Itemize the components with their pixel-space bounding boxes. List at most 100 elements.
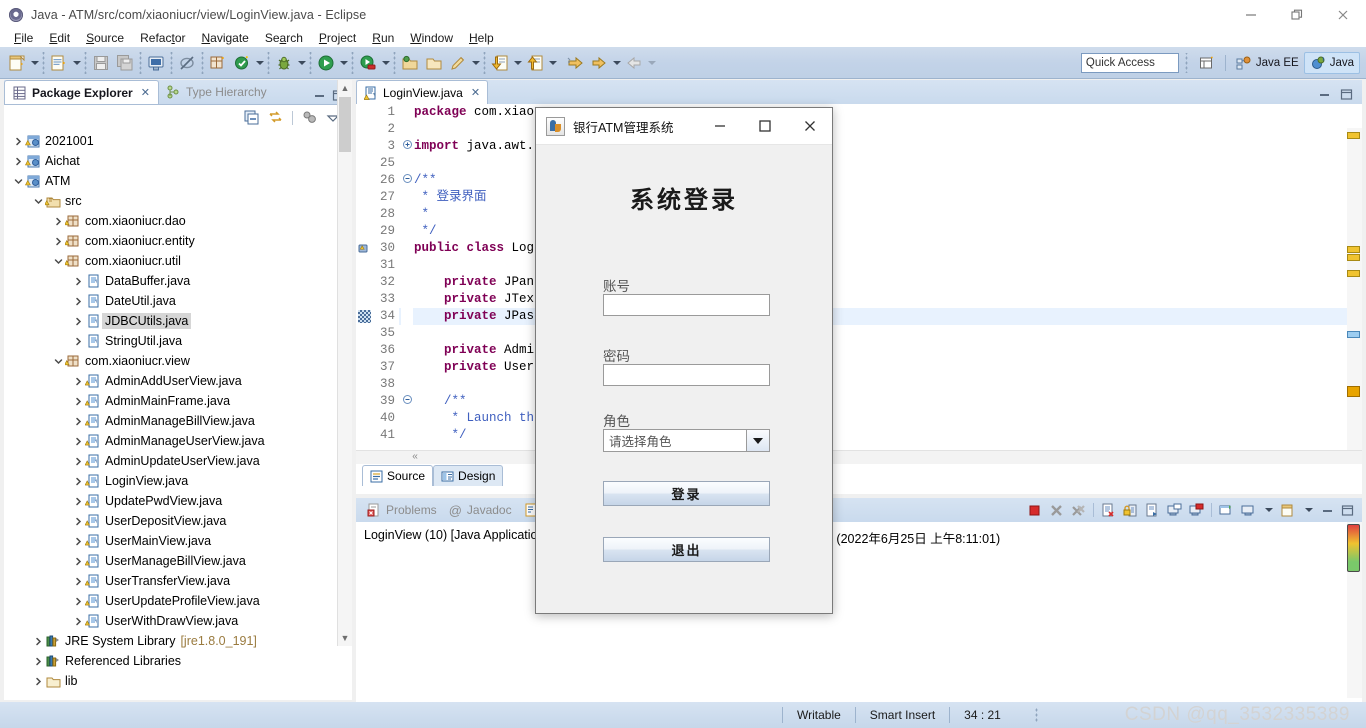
tree-item-2021001[interactable]: 2021001: [4, 131, 352, 151]
tree-expand-toggle[interactable]: [52, 211, 64, 231]
tree-item-referenced-libraries[interactable]: Referenced Libraries: [4, 651, 352, 671]
tree-expand-toggle[interactable]: [12, 131, 24, 151]
close-icon[interactable]: ✕: [141, 86, 150, 99]
open-type-icon[interactable]: [399, 52, 421, 74]
tree-item-usermanagebillview-java[interactable]: UserManageBillView.java: [4, 551, 352, 571]
tree-expand-toggle[interactable]: [32, 651, 44, 671]
tree-expand-toggle[interactable]: [72, 451, 84, 471]
scroll-up-icon[interactable]: ▲: [338, 80, 352, 96]
pencil-dropdown-icon[interactable]: [470, 52, 481, 74]
editor-overview-ruler[interactable]: [1347, 128, 1362, 464]
tree-item-databuffer-java[interactable]: DataBuffer.java: [4, 271, 352, 291]
tree-item-adminadduserview-java[interactable]: AdminAddUserView.java: [4, 371, 352, 391]
tree-item-userdepositview-java[interactable]: UserDepositView.java: [4, 511, 352, 531]
forward-dropdown-icon[interactable]: [646, 52, 657, 74]
menu-window[interactable]: Window: [402, 30, 461, 47]
minimize-view-icon[interactable]: [1321, 504, 1334, 517]
previous-annotation-icon[interactable]: [524, 52, 546, 74]
tree-expand-toggle[interactable]: [72, 551, 84, 571]
code-area[interactable]: 1 2 3 25 26 27 28 29 30 31 32 33 34 35 36 37 38 39 40 41 pa…: [356, 104, 1362, 464]
tree-item-com-xiaoniucr-entity[interactable]: com.xiaoniucr.entity: [4, 231, 352, 251]
pencil-icon[interactable]: [447, 52, 469, 74]
tree-expand-toggle[interactable]: [72, 491, 84, 511]
next-annotation-icon[interactable]: [489, 52, 511, 74]
editor-horizontal-scrollbar[interactable]: «: [356, 450, 1362, 464]
minimize-window-button[interactable]: [1228, 0, 1274, 30]
perspective-java-button[interactable]: Java: [1303, 51, 1360, 74]
run-coverage-dropdown-icon[interactable]: [380, 52, 391, 74]
tree-expand-toggle[interactable]: [32, 631, 44, 651]
dialog-maximize-button[interactable]: [742, 108, 787, 144]
tree-item-adminmanagebillview-java[interactable]: AdminManageBillView.java: [4, 411, 352, 431]
quick-access-input[interactable]: Quick Access: [1080, 52, 1179, 73]
tree-item-com-xiaoniucr-util[interactable]: com.xiaoniucr.util: [4, 251, 352, 271]
menu-navigate[interactable]: Navigate: [193, 30, 256, 47]
new-wizard-dropdown-icon[interactable]: [29, 52, 40, 74]
back-dropdown-icon[interactable]: [611, 52, 622, 74]
open-folder-icon[interactable]: [423, 52, 445, 74]
close-window-button[interactable]: [1320, 0, 1366, 30]
tree-item-loginview-java[interactable]: LoginView.java: [4, 471, 352, 491]
tree-expand-toggle[interactable]: [12, 151, 24, 171]
fold-expand-icon[interactable]: [401, 138, 413, 155]
new-console-view-icon[interactable]: [1241, 503, 1256, 518]
close-icon[interactable]: ✕: [471, 86, 480, 99]
collapse-all-icon[interactable]: [244, 110, 259, 125]
display-selected-console-icon[interactable]: [1167, 503, 1182, 518]
menu-edit[interactable]: Edit: [41, 30, 78, 47]
tree-expand-toggle[interactable]: [72, 571, 84, 591]
tree-expand-toggle[interactable]: [72, 411, 84, 431]
debug-icon[interactable]: [273, 52, 295, 74]
build-icon[interactable]: [231, 52, 253, 74]
tree-collapse-toggle[interactable]: [52, 251, 64, 271]
tree-expand-toggle[interactable]: [72, 531, 84, 551]
tree-item-adminmanageuserview-java[interactable]: AdminManageUserView.java: [4, 431, 352, 451]
scroll-lock-icon[interactable]: [1123, 503, 1138, 518]
tree-expand-toggle[interactable]: [72, 611, 84, 631]
tree-expand-toggle[interactable]: [72, 591, 84, 611]
tree-expand-toggle[interactable]: [72, 371, 84, 391]
open-new-console-dropdown-icon[interactable]: [1303, 499, 1314, 521]
fold-collapse-icon[interactable]: [401, 172, 413, 189]
open-console-icon[interactable]: [1219, 503, 1234, 518]
clear-console-icon[interactable]: [1101, 503, 1116, 518]
toggle-breakpoint-icon[interactable]: [176, 52, 198, 74]
tree-item-userupdateprofileview-java[interactable]: UserUpdateProfileView.java: [4, 591, 352, 611]
next-annotation-dropdown-icon[interactable]: [512, 52, 523, 74]
editor-marker-gutter[interactable]: [356, 104, 373, 464]
tab-javadoc[interactable]: @ Javadoc: [443, 498, 518, 522]
run-dropdown-icon[interactable]: [338, 52, 349, 74]
role-select[interactable]: 请选择角色: [603, 429, 770, 452]
tree-item-com-xiaoniucr-view[interactable]: com.xiaoniucr.view: [4, 351, 352, 371]
new-java-class-icon[interactable]: [48, 52, 70, 74]
login-button[interactable]: 登录: [603, 481, 770, 506]
tree-expand-toggle[interactable]: [72, 431, 84, 451]
run-icon[interactable]: [315, 52, 337, 74]
menu-run[interactable]: Run: [364, 30, 402, 47]
tree-expand-toggle[interactable]: [72, 291, 84, 311]
menu-help[interactable]: Help: [461, 30, 502, 47]
tree-item-atm[interactable]: ATM: [4, 171, 352, 191]
tree-item-stringutil-java[interactable]: StringUtil.java: [4, 331, 352, 351]
print-icon[interactable]: [145, 52, 167, 74]
chevron-down-icon[interactable]: [746, 430, 769, 451]
new-package-icon[interactable]: [207, 52, 229, 74]
terminate-icon[interactable]: [1027, 503, 1042, 518]
tree-item-userwithdrawview-java[interactable]: UserWithDrawView.java: [4, 611, 352, 631]
tree-expand-toggle[interactable]: [52, 231, 64, 251]
remove-launch-icon[interactable]: [1049, 503, 1064, 518]
tree-item-jre-system-library[interactable]: JRE System Library [jre1.8.0_191]: [4, 631, 352, 651]
menu-file[interactable]: File: [6, 30, 41, 47]
tree-expand-toggle[interactable]: [72, 331, 84, 351]
scrollbar-thumb[interactable]: [339, 97, 351, 152]
run-coverage-icon[interactable]: [357, 52, 379, 74]
tab-package-explorer[interactable]: Package Explorer ✕: [4, 80, 159, 104]
menu-refactor[interactable]: Refactor: [132, 30, 193, 47]
word-wrap-icon[interactable]: [1145, 503, 1160, 518]
tab-loginview-java[interactable]: LoginView.java ✕: [356, 80, 489, 104]
tree-item-usermainview-java[interactable]: UserMainView.java: [4, 531, 352, 551]
console-output[interactable]: LoginView (10) [Java Applicatio e (2022年…: [356, 522, 1362, 710]
new-wizard-icon[interactable]: [6, 52, 28, 74]
view-menu-filters-icon[interactable]: [302, 110, 317, 125]
menu-search[interactable]: Search: [257, 30, 311, 47]
